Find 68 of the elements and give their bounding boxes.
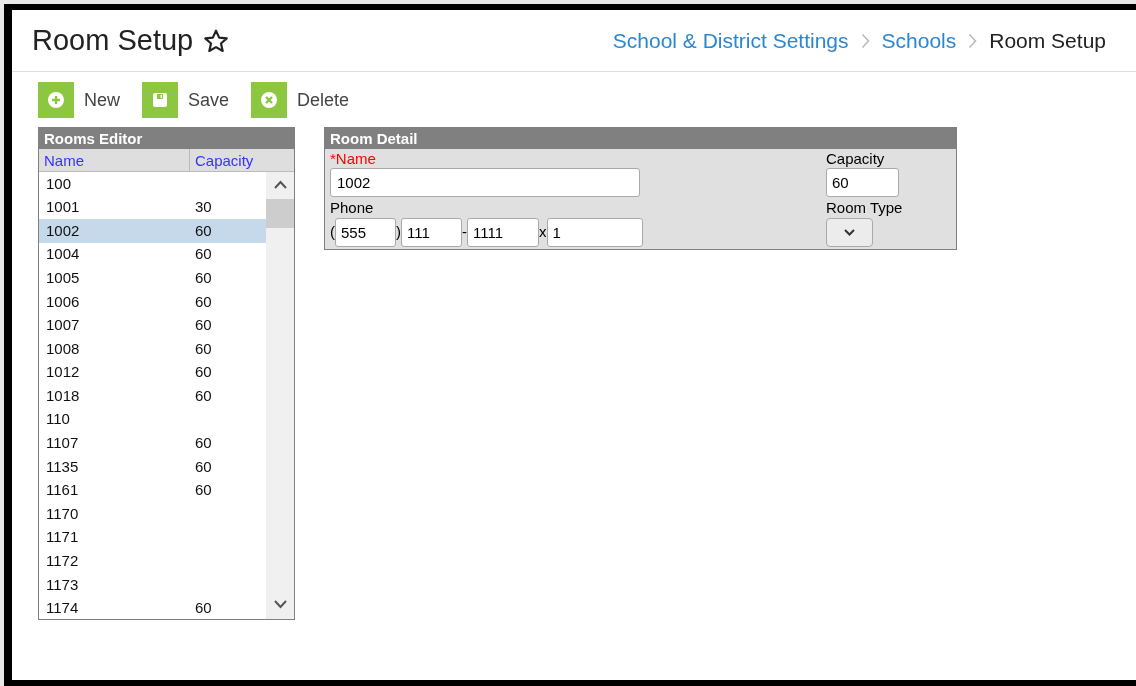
field-label: *Name (330, 149, 377, 168)
capacity-cell-text: 60 (195, 598, 212, 619)
plus-circle-icon (46, 90, 66, 110)
name-cell-text: 1002 (45, 220, 81, 241)
capacity-cell-text: 60 (195, 291, 212, 312)
name-cell-text: 1173 (45, 574, 80, 595)
name-cell-text: 1172 (45, 551, 80, 572)
capacity-field[interactable]: 60 (826, 168, 899, 197)
chevron-down-icon (844, 229, 855, 236)
name-cell-text: 1107 (45, 433, 80, 454)
name-cell-text: 1001 (45, 197, 81, 218)
capacity-cell-text: 60 (195, 220, 212, 241)
phone-field[interactable]: 1111 (467, 218, 539, 247)
name-cell-text: 1171 (45, 527, 80, 548)
name-cell-text: 1006 (45, 291, 81, 312)
name-cell-text: 100 (45, 173, 73, 194)
page-title: Room Setup (32, 22, 194, 58)
scrollbar-thumb[interactable] (266, 199, 294, 228)
phone-field[interactable]: 111 (401, 218, 462, 247)
phone-field[interactable]: 1 (546, 218, 643, 247)
breadcrumb-link[interactable]: Schools (881, 24, 957, 57)
name-cell-text: 1161 (45, 480, 80, 501)
phone-field[interactable]: 555 (335, 218, 396, 247)
name-cell-text: 1170 (45, 503, 80, 524)
x-circle-icon (259, 90, 280, 110)
capacity-cell-text: 60 (195, 480, 212, 501)
name-cell-text: 1012 (45, 362, 81, 383)
capacity-cell-text: 30 (195, 197, 212, 218)
chevron-right-icon (968, 32, 978, 49)
star-icon[interactable] (203, 27, 230, 54)
capacity-cell-text: 60 (195, 433, 212, 454)
name-cell-text: 1005 (45, 267, 81, 288)
field-label: Phone (330, 198, 375, 218)
column-header[interactable]: Capacity (190, 149, 294, 171)
field-label: Capacity (826, 149, 886, 168)
chevron-right-icon (860, 32, 870, 49)
name-cell-text: 1008 (45, 338, 81, 359)
toolbar-button[interactable]: New (38, 82, 130, 118)
breadcrumb-current: Room Setup (989, 27, 1106, 54)
name-cell-text: 1174 (45, 598, 80, 619)
column-header[interactable]: Name (39, 149, 190, 171)
phone-separator: ( (330, 222, 335, 243)
name-cell-text: 1004 (45, 244, 81, 265)
capacity-cell-text: 60 (195, 315, 212, 336)
capacity-cell-text: 60 (195, 362, 212, 383)
phone-separator: - (462, 222, 467, 243)
scrollbar[interactable] (266, 172, 294, 619)
capacity-cell-text: 60 (195, 244, 212, 265)
capacity-cell-text: 60 (195, 338, 212, 359)
breadcrumb-link[interactable]: School & District Settings (612, 24, 849, 57)
room-row[interactable]: 1002 60 (39, 219, 266, 243)
chevron-up-icon[interactable] (274, 180, 287, 189)
phone-separator: ) (396, 222, 401, 243)
phone-separator: x (539, 222, 547, 243)
capacity-cell-text: 60 (195, 385, 212, 406)
toolbar-button[interactable]: Save (142, 82, 240, 118)
field-label: Room Type (826, 198, 904, 218)
capacity-cell-text: 60 (195, 267, 212, 288)
name-cell-text: 1135 (45, 456, 80, 477)
toolbar-button[interactable]: Delete (251, 82, 360, 118)
name-cell-text: 1018 (45, 385, 81, 406)
panel-title: Room Detail (325, 128, 956, 149)
name-field[interactable]: 1002 (330, 168, 640, 197)
capacity-cell-text: 60 (195, 456, 212, 477)
panel-title: Rooms Editor (39, 128, 294, 149)
name-cell-text: 110 (45, 409, 71, 430)
name-cell-text: 1007 (45, 315, 81, 336)
chevron-down-icon[interactable] (274, 600, 287, 609)
